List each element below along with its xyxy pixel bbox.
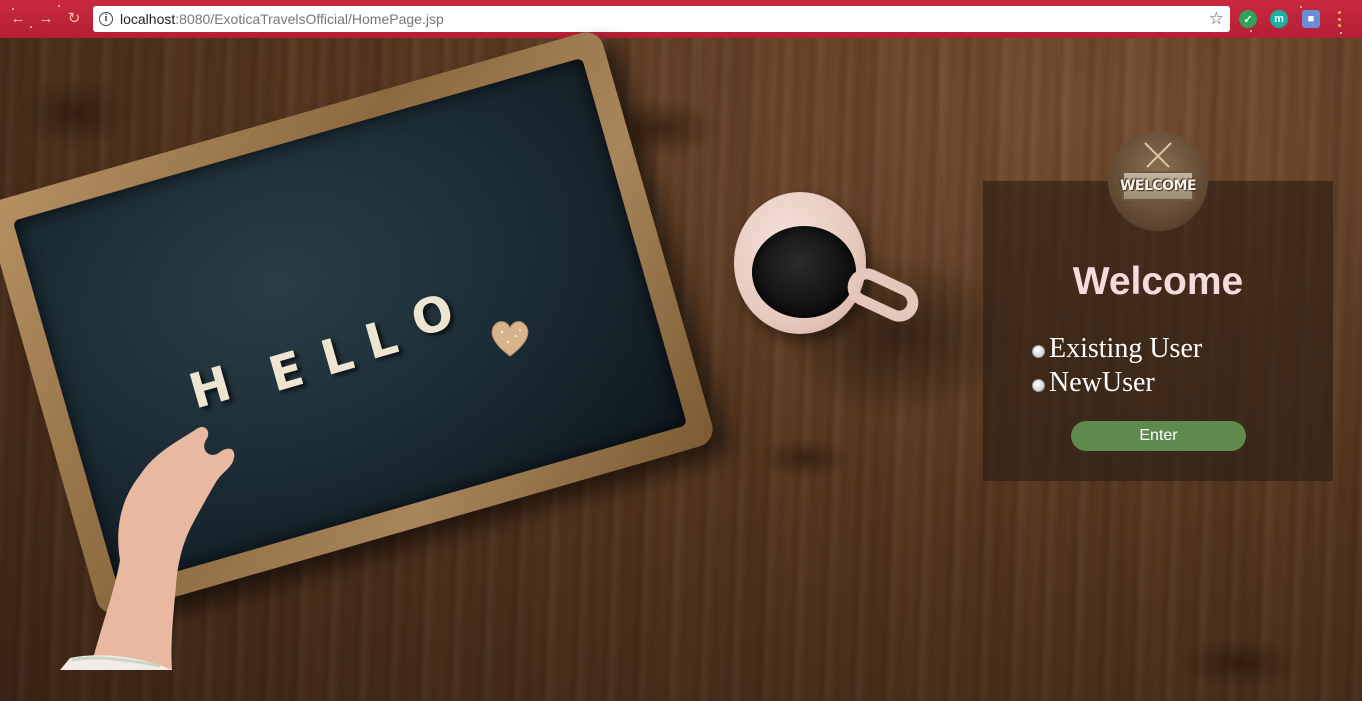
new-user-radio[interactable] bbox=[1032, 378, 1045, 392]
url-host: localhost bbox=[120, 11, 176, 27]
enter-button[interactable]: Enter bbox=[1071, 421, 1246, 451]
shield-check-icon[interactable]: ✓ bbox=[1239, 10, 1257, 28]
new-user-label: NewUser bbox=[1049, 367, 1155, 398]
toolbar-decoration bbox=[1340, 32, 1342, 34]
existing-user-option[interactable]: Existing User bbox=[1032, 333, 1202, 365]
forward-button[interactable]: → bbox=[36, 9, 56, 29]
browser-menu-button[interactable] bbox=[1336, 9, 1342, 29]
back-arrow-icon: ← bbox=[10, 10, 26, 27]
browser-toolbar: ← → ↻ i localhost:8080/ExoticaTravelsOff… bbox=[0, 0, 1362, 38]
wood-knot bbox=[20, 78, 130, 148]
toolbar-decoration bbox=[58, 5, 60, 7]
bookmark-star-icon[interactable]: ☆ bbox=[1209, 9, 1224, 29]
reload-icon: ↻ bbox=[67, 10, 81, 27]
m-badge-icon[interactable]: m bbox=[1270, 10, 1288, 28]
address-bar[interactable]: i localhost:8080/ExoticaTravelsOfficial/… bbox=[93, 6, 1230, 32]
toolbar-decoration bbox=[30, 26, 32, 28]
url-text[interactable]: localhost:8080/ExoticaTravelsOfficial/Ho… bbox=[120, 11, 444, 27]
info-icon[interactable]: i bbox=[99, 12, 113, 26]
existing-user-label: Existing User bbox=[1049, 333, 1203, 364]
menu-dot bbox=[1337, 11, 1341, 14]
toolbar-decoration bbox=[1300, 6, 1302, 8]
existing-user-radio[interactable] bbox=[1032, 344, 1045, 358]
welcome-sign-logo: WELCOME bbox=[1108, 131, 1208, 231]
menu-dot bbox=[1337, 24, 1341, 27]
toolbar-decoration bbox=[1250, 30, 1252, 32]
forward-arrow-icon: → bbox=[38, 10, 54, 27]
cube-icon[interactable]: ■ bbox=[1302, 10, 1320, 28]
menu-dot bbox=[1337, 17, 1341, 21]
hand-illustration bbox=[60, 427, 235, 670]
wood-knot bbox=[760, 438, 850, 478]
welcome-title: Welcome bbox=[1072, 260, 1244, 303]
coffee bbox=[752, 226, 856, 318]
back-button[interactable]: ← bbox=[8, 9, 28, 29]
glitter-heart-icon bbox=[491, 321, 529, 357]
welcome-sign: WELCOME bbox=[1120, 171, 1197, 201]
reload-button[interactable]: ↻ bbox=[64, 9, 84, 29]
wood-knot bbox=[1180, 638, 1300, 688]
url-path: :8080/ExoticaTravelsOfficial/HomePage.js… bbox=[175, 11, 444, 27]
new-user-option[interactable]: NewUser bbox=[1032, 367, 1155, 399]
